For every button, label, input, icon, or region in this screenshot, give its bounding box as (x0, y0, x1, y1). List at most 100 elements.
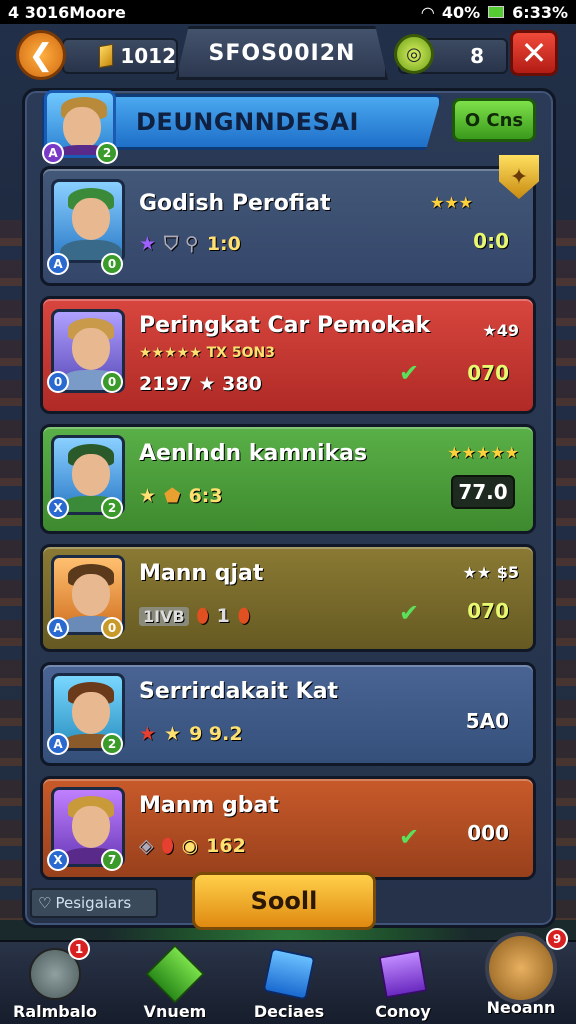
checkmark-icon: ✔ (399, 359, 420, 387)
notification-badge: 9 (546, 928, 568, 950)
row-stats: ★ ⛉ ⚲ 1:0 (139, 233, 241, 255)
row-stat-value: 162 (206, 835, 246, 857)
red-star-icon: ★ (139, 723, 157, 745)
coin-icon: ◎ (394, 34, 434, 74)
back-arrow-icon: ❮ (28, 37, 54, 73)
wifi-icon: ◠ (421, 2, 434, 22)
purple-gem-icon (378, 949, 428, 999)
row-stats: ★ ⬟ 6:3 (139, 485, 223, 507)
card-deck-icon (262, 947, 316, 1001)
leaderboard-row[interactable]: 0 0 Peringkat Car Pemokak ★★★★★ TX 5ON3 … (40, 296, 536, 414)
row-stat-value: 6:3 (188, 485, 223, 507)
nav-item-menu[interactable]: Vnuem (120, 942, 230, 1024)
battery-text: 40% (441, 2, 481, 22)
row-stat-prefix: 1IVB (139, 606, 189, 626)
row-score: 070 (467, 361, 509, 385)
gold-amount: 1012 (120, 44, 176, 68)
avatar-badge-left: A (42, 142, 64, 164)
gold-counter: 1012 (62, 38, 178, 74)
bottom-navigation: Ralmbalo 1 Vnuem Deciaes Conoy Neoann 9 (0, 928, 576, 1024)
nav-label: Deciaes (253, 1002, 325, 1021)
row-badge-b: 7 (101, 849, 123, 871)
coin-amount: 8 (470, 44, 484, 68)
row-score: 000 (467, 821, 509, 845)
gold-star-icon: ★ (164, 723, 182, 745)
header-green-button[interactable]: O Cns (452, 98, 536, 142)
checkmark-icon: ✔ (399, 823, 420, 851)
row-stat-value: 1 (216, 605, 230, 627)
leaderboard-row[interactable]: X 7 Manm gbat ◈ ⬮ ◉ 162 ✔ 000 (40, 776, 536, 880)
gold-bar-icon (98, 43, 113, 69)
header-green-button-label: O Cns (464, 109, 524, 131)
row-badge-b: 2 (101, 733, 123, 755)
nav-label: Neoann (486, 998, 556, 1017)
time-text: 6:33% (512, 2, 568, 22)
submit-button-label: Sooll (250, 887, 318, 915)
battery-icon (488, 6, 505, 18)
submit-button[interactable]: Sooll (192, 872, 376, 930)
leaderboard-row[interactable]: A 2 Serrirdakait Kat ★ ★ 9 9.2 5A0 (40, 662, 536, 766)
close-button[interactable]: ✕ (510, 30, 558, 76)
row-avatar (51, 179, 125, 263)
notification-badge: 1 (68, 938, 90, 960)
red-token-icon: ⬮ (237, 605, 250, 627)
row-stats: 1IVB ⬮ 1 ⬮ (139, 605, 250, 627)
row-score: 5A0 (465, 709, 509, 733)
back-button[interactable]: ❮ (16, 30, 66, 80)
row-stat-value: 9 9.2 (189, 723, 243, 745)
status-bar: 4 3016Moore ◠ 40% 6:33% (0, 0, 576, 24)
row-stat-value: 2197 ★ 380 (139, 373, 262, 395)
nav-label: Conoy (375, 1002, 431, 1021)
shield-icon: ⛉ ⚲ (164, 233, 199, 255)
row-stats: ◈ ⬮ ◉ 162 (139, 835, 246, 857)
footer-label-text: Pesigaiars (55, 894, 132, 912)
avatar-badge-right: 2 (96, 142, 118, 164)
close-icon: ✕ (520, 34, 548, 72)
red-token-icon: ⬮ (196, 605, 209, 627)
nav-label: Ralmbalo (13, 1002, 97, 1021)
row-player-name: Peringkat Car Pemokak (139, 313, 431, 338)
row-star-rating: ★★★ (429, 193, 473, 212)
diamond-icon: ◈ (139, 835, 154, 857)
heart-icon: ♡ (38, 894, 52, 912)
purple-star-icon: ★ (139, 233, 157, 255)
status-left-text: 4 3016Moore (8, 2, 126, 22)
gold-star-icon: ★ (139, 485, 157, 507)
coin-icon: ◉ (181, 835, 199, 857)
row-badge-a: X (47, 849, 69, 871)
leaderboard-row[interactable]: A 0 Mann qjat 1IVB ⬮ 1 ⬮ ★★ $5 ✔ 070 (40, 544, 536, 652)
nav-item-clan[interactable]: Neoann 9 (466, 928, 576, 1024)
row-player-name: Serrirdakait Kat (139, 679, 339, 704)
row-badge-a: A (47, 253, 69, 275)
row-badge-b: 2 (101, 497, 123, 519)
nav-item-decks[interactable]: Deciaes (234, 942, 344, 1024)
leaderboard-row[interactable]: A 0 Godish Perofiat ★ ⛉ ⚲ 1:0 ★★★ ✦ 0:0 (40, 155, 539, 286)
leaderboard-row[interactable]: X 2 Aenlndn kamnikas ★ ⬟ 6:3 ★★★★★ 77.0 (40, 424, 536, 534)
screen-title: SFOS00I2N (176, 26, 388, 80)
row-badge-a: A (47, 617, 69, 639)
row-player-name: Manm gbat (139, 793, 279, 818)
screen-title-text: SFOS00I2N (208, 40, 356, 66)
row-badge-a: X (47, 497, 69, 519)
row-player-name: Mann qjat (139, 561, 264, 586)
rank-crest-icon: ✦ (499, 155, 539, 199)
row-score: 0:0 (473, 229, 509, 253)
row-player-name: Aenlndn kamnikas (139, 441, 368, 466)
row-player-name: Godish Perofiat (139, 191, 331, 216)
emerald-icon (145, 944, 205, 1004)
row-subtitle: ★★★★★ TX 5ON3 (139, 345, 275, 361)
row-badge-a: 0 (47, 371, 69, 393)
row-score: 070 (467, 599, 509, 623)
nav-item-shop[interactable]: Conoy (348, 942, 458, 1024)
row-badge-b: 0 (101, 371, 123, 393)
row-badge-b: 0 (101, 253, 123, 275)
nav-item-profile[interactable]: Ralmbalo 1 (0, 938, 110, 1024)
row-stats: ★ ★ 9 9.2 (139, 723, 243, 745)
row-badge-a: A (47, 733, 69, 755)
row-stat-value: 1:0 (206, 233, 241, 255)
row-score: 77.0 (451, 475, 515, 509)
row-star-rating: ★49 (482, 321, 519, 340)
row-star-rating: ★★★★★ (447, 443, 519, 462)
shield-icon: ⬟ (164, 485, 181, 507)
checkmark-icon: ✔ (399, 599, 420, 627)
